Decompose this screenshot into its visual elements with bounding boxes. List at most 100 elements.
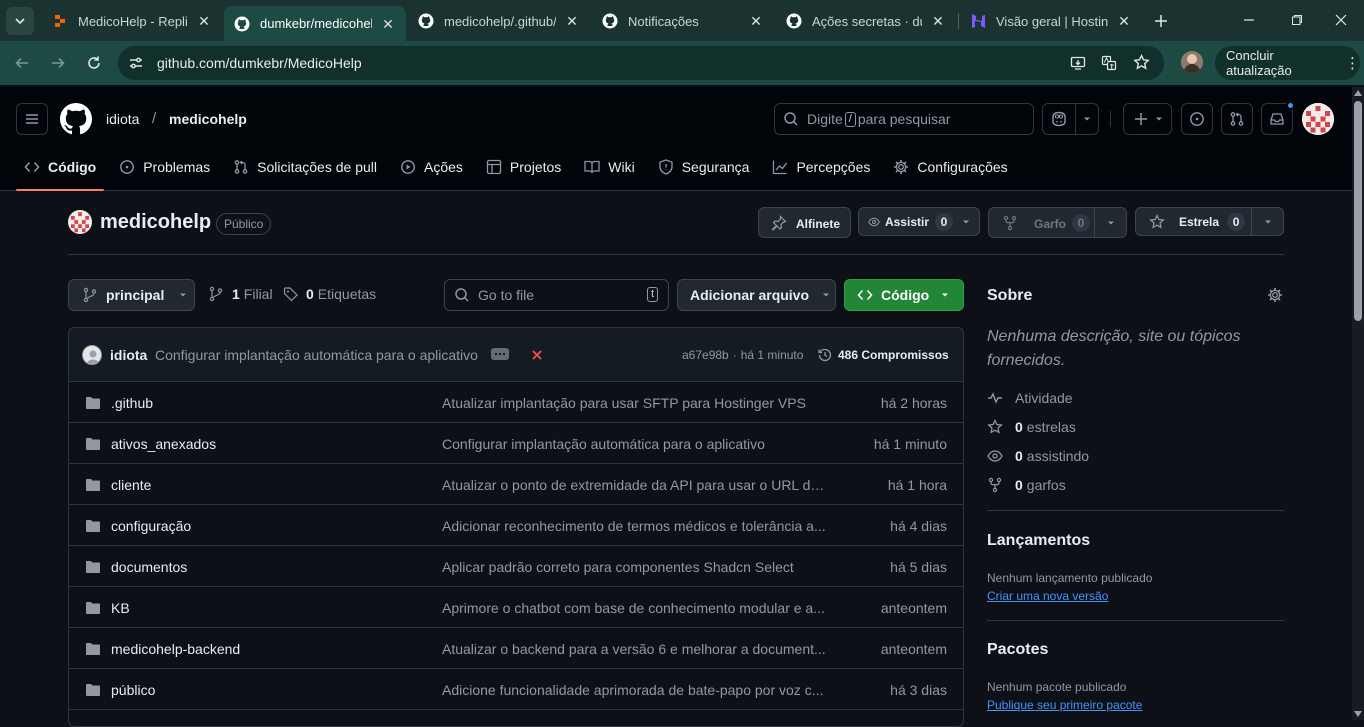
file-name-link[interactable]: .github	[111, 395, 153, 411]
file-row[interactable]: público Adicione funcionalidade aprimorad…	[69, 669, 963, 710]
new-tab-button[interactable]	[1148, 8, 1174, 34]
file-commit-message-link[interactable]: Adicionar reconhecimento de termos médic…	[442, 518, 826, 534]
watching-link[interactable]: 0 assistindo	[987, 448, 1089, 464]
publish-package-link[interactable]: Publique seu primeiro pacote	[987, 698, 1142, 712]
close-icon[interactable]: ✕	[380, 16, 396, 32]
repo-name[interactable]: medicohelp	[100, 211, 211, 234]
menu-button[interactable]	[16, 103, 48, 135]
tab-code[interactable]: Código	[16, 151, 105, 191]
tab-security[interactable]: Segurança	[650, 151, 758, 183]
commit-message[interactable]: Configurar implantação automática para o…	[155, 347, 478, 363]
branches-link[interactable]: 1 Filial	[208, 286, 273, 302]
search-input[interactable]: Digite / para pesquisar	[774, 103, 1034, 135]
site-info-icon[interactable]	[128, 55, 144, 71]
file-row[interactable]: ativos_anexados Configurar implantação au…	[69, 423, 963, 464]
close-window-button[interactable]	[1326, 10, 1356, 30]
tab-search-button[interactable]	[6, 7, 34, 35]
add-file-button[interactable]: Adicionar arquivo	[677, 279, 836, 311]
tab-projects[interactable]: Projetos	[478, 151, 569, 183]
page-scrollbar[interactable]	[1352, 87, 1364, 720]
commit-author-avatar[interactable]	[82, 345, 102, 365]
browser-tab-medicohelp-github[interactable]: medicohelp/.github/w ✕	[408, 6, 590, 36]
browser-tab-replit[interactable]: MedicoHelp - Replit ✕	[42, 6, 222, 36]
file-row[interactable]: .github Atualizar implantação para usar S…	[69, 382, 963, 423]
star-button[interactable]: Estrela 0	[1135, 207, 1284, 236]
file-name-link[interactable]: ativos_anexados	[111, 436, 216, 452]
tab-actions[interactable]: Ações	[392, 151, 471, 183]
releases-title[interactable]: Lançamentos	[987, 532, 1090, 550]
commit-author[interactable]: idiota	[110, 347, 147, 363]
fork-button[interactable]: Garfo 0	[988, 207, 1127, 238]
copilot-button[interactable]	[1042, 103, 1099, 135]
x-icon[interactable]	[531, 349, 543, 361]
address-bar[interactable]: github.com/dumkebr/MedicoHelp	[118, 46, 1164, 80]
file-name-link[interactable]: configuração	[111, 518, 191, 534]
tab-issues[interactable]: Problemas	[111, 151, 218, 183]
tab-wiki[interactable]: Wiki	[576, 151, 642, 183]
reload-button[interactable]	[82, 51, 106, 75]
browser-tab-notifications[interactable]: Notificações ✕	[592, 6, 774, 36]
repo-owner-avatar[interactable]	[68, 210, 92, 234]
restore-button[interactable]	[1282, 10, 1312, 30]
file-row[interactable]: cliente Atualizar o ponto de extremidade …	[69, 464, 963, 505]
user-avatar[interactable]	[1302, 103, 1334, 135]
file-row[interactable]: KB Aprimore o chatbot com base de conheci…	[69, 587, 963, 628]
breadcrumb-owner[interactable]: idiota	[106, 111, 139, 127]
browser-tab-secret-actions[interactable]: Ações secretas · dum ✕	[776, 6, 956, 36]
scroll-up-icon[interactable]	[1354, 90, 1362, 96]
issues-button[interactable]	[1181, 103, 1213, 135]
commit-hash[interactable]: a67e98b	[682, 348, 729, 362]
file-name-link[interactable]: público	[111, 682, 155, 698]
file-commit-message-link[interactable]: Aplicar padrão correto para componentes …	[442, 559, 826, 575]
forward-button[interactable]	[46, 51, 70, 75]
stars-link[interactable]: 0 estrelas	[987, 419, 1076, 435]
file-row[interactable]: configuração Adicionar reconhecimento de …	[69, 505, 963, 546]
minimize-button[interactable]	[1234, 10, 1264, 30]
back-button[interactable]	[10, 51, 34, 75]
file-commit-message-link[interactable]: Configurar implantação automática para o…	[442, 436, 826, 452]
file-name-link[interactable]: KB	[111, 600, 130, 616]
install-app-icon[interactable]	[1070, 55, 1086, 71]
file-commit-message-link[interactable]: Atualizar o backend para a versão 6 e me…	[442, 641, 826, 657]
browser-tab-github-medicohelp[interactable]: dumkebr/medicohelp ✕	[224, 6, 406, 41]
translate-icon[interactable]	[1101, 55, 1117, 71]
packages-title[interactable]: Pacotes	[987, 641, 1048, 659]
browser-update-button[interactable]: Concluir atualização ⋮	[1215, 46, 1360, 80]
go-to-file-input[interactable]: Go to file t	[444, 279, 669, 311]
file-commit-message-link[interactable]: Atualizar o ponto de extremidade da API …	[442, 477, 826, 493]
commit-expand-button[interactable]	[491, 348, 509, 360]
branch-select-button[interactable]: principal	[68, 279, 195, 311]
create-new-button[interactable]	[1123, 103, 1172, 135]
gear-icon[interactable]	[1267, 287, 1283, 303]
more-vertical-icon[interactable]: ⋮	[1345, 54, 1360, 72]
browser-tab-hostinger[interactable]: Visão geral | Hostinge ✕	[960, 6, 1142, 36]
code-dropdown-button[interactable]: Código	[844, 279, 964, 311]
tags-link[interactable]: 0 Etiquetas	[283, 286, 376, 302]
file-commit-message-link[interactable]: Aprimore o chatbot com base de conhecime…	[442, 600, 826, 616]
file-name-link[interactable]: cliente	[111, 477, 151, 493]
close-icon[interactable]: ✕	[564, 13, 580, 29]
file-name-link[interactable]: medicohelp-backend	[111, 641, 240, 657]
github-logo-icon[interactable]	[60, 103, 92, 135]
create-release-link[interactable]: Criar uma nova versão	[987, 589, 1108, 603]
forks-link[interactable]: 0 garfos	[987, 477, 1066, 493]
commits-history-link[interactable]: 486 Compromissos	[817, 347, 949, 363]
tab-pull-requests[interactable]: Solicitações de pull	[225, 151, 385, 183]
activity-link[interactable]: Atividade	[987, 390, 1073, 406]
close-icon[interactable]: ✕	[1116, 13, 1132, 29]
scroll-down-icon[interactable]	[1354, 711, 1362, 717]
pin-button[interactable]: Alfinete	[758, 207, 851, 238]
tab-insights[interactable]: Percepções	[764, 151, 878, 183]
profile-avatar[interactable]	[1181, 51, 1203, 73]
close-icon[interactable]: ✕	[930, 13, 946, 29]
file-row[interactable]: documentos Aplicar padrão correto para co…	[69, 546, 963, 587]
file-name-link[interactable]: documentos	[111, 559, 187, 575]
watch-button[interactable]: Assistir 0	[858, 207, 980, 236]
pull-requests-button[interactable]	[1221, 103, 1253, 135]
tab-settings[interactable]: Configurações	[885, 151, 1015, 183]
file-row[interactable]: medicohelp-backend Atualizar o backend pa…	[69, 628, 963, 669]
file-commit-message-link[interactable]: Adicione funcionalidade aprimorada de ba…	[442, 682, 826, 698]
close-icon[interactable]: ✕	[748, 13, 764, 29]
file-commit-message-link[interactable]: Atualizar implantação para usar SFTP par…	[442, 395, 826, 411]
bookmark-star-icon[interactable]	[1133, 54, 1150, 71]
